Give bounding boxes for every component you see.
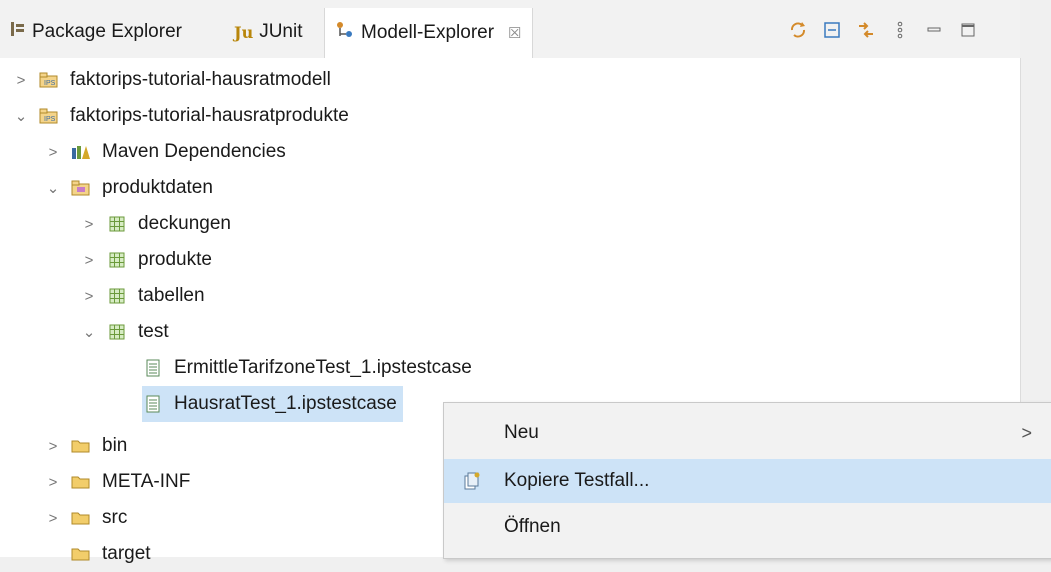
collapse-all-icon[interactable] [822, 20, 842, 40]
tree-item-label: bin [102, 435, 128, 456]
tree-item-label: Maven Dependencies [102, 141, 286, 162]
menu-item-label: Öffnen [504, 516, 561, 537]
menu-item-label: Neu [504, 422, 539, 443]
folder-icon [70, 436, 92, 456]
library-icon [70, 142, 92, 162]
tree-item-label: faktorips-tutorial-hausratmodell [70, 69, 331, 90]
package-icon [106, 250, 128, 270]
expand-icon[interactable]: > [80, 252, 98, 269]
tab-junit[interactable]: Ju JUnit [234, 12, 303, 52]
model-explorer-icon [335, 20, 355, 46]
menu-icon-spacer [452, 421, 492, 445]
tree-item-bin[interactable]: > bin [44, 428, 128, 464]
collapse-icon[interactable]: ⌄ [80, 323, 98, 341]
testcase-file-icon [142, 394, 164, 414]
svg-text:IPS: IPS [44, 80, 56, 87]
expand-icon[interactable]: > [44, 438, 62, 455]
close-icon[interactable]: ☒ [508, 24, 521, 42]
collapse-icon[interactable]: ⌄ [12, 107, 30, 125]
menu-item-label: Kopiere Testfall... [504, 470, 650, 491]
tab-modell-explorer[interactable]: Modell-Explorer ☒ [324, 8, 533, 58]
tree-item-produktdaten[interactable]: ⌄ produktdaten [44, 170, 213, 206]
tree-item-label: test [138, 321, 169, 342]
tree-item-ermittletarifzonetest[interactable]: ErmittleTarifzoneTest_1.ipstestcase [116, 350, 472, 386]
svg-text:IPS: IPS [44, 116, 56, 123]
tree-item-label: produktdaten [102, 177, 213, 198]
menu-icon-spacer [452, 515, 492, 539]
tree-item-meta-inf[interactable]: > META-INF [44, 464, 191, 500]
maximize-icon[interactable] [958, 20, 978, 40]
package-icon [106, 214, 128, 234]
junit-icon: Ju [234, 22, 254, 42]
tab-label: Modell-Explorer [361, 22, 495, 43]
folder-icon [70, 544, 92, 564]
tree-item-label: target [102, 543, 151, 564]
context-menu: Neu > Kopiere Testfall... Öffnen [443, 402, 1051, 559]
expand-icon[interactable]: > [12, 72, 30, 89]
tree-item-label: tabellen [138, 285, 205, 306]
folder-icon [70, 508, 92, 528]
tree-item-label: HausratTest_1.ipstestcase [174, 393, 397, 414]
menu-item-kopiere-testfall[interactable]: Kopiere Testfall... [444, 459, 1051, 503]
tab-label: Package Explorer [32, 21, 182, 42]
expand-icon[interactable]: > [44, 474, 62, 491]
project-icon: IPS [38, 70, 60, 90]
project-icon: IPS [38, 106, 60, 126]
tree-item-label: faktorips-tutorial-hausratprodukte [70, 105, 349, 126]
source-folder-icon [70, 178, 92, 198]
tree-item-deckungen[interactable]: > deckungen [80, 206, 231, 242]
package-explorer-icon [10, 20, 26, 44]
package-icon [106, 286, 128, 306]
link-editor-icon[interactable] [856, 20, 876, 40]
menu-item-neu[interactable]: Neu > [444, 411, 1051, 455]
tree-item-project-hausratprodukte[interactable]: ⌄ IPS faktorips-tutorial-hausratprodukte [12, 98, 349, 134]
expand-icon[interactable]: > [80, 288, 98, 305]
tree-item-label: deckungen [138, 213, 231, 234]
tab-package-explorer[interactable]: Package Explorer [10, 12, 182, 52]
tree-item-hausrattest[interactable]: HausratTest_1.ipstestcase [142, 386, 403, 422]
package-icon [106, 322, 128, 342]
expand-icon[interactable]: > [44, 144, 62, 161]
tree-item-maven-dependencies[interactable]: > Maven Dependencies [44, 134, 286, 170]
tree-item-label: ErmittleTarifzoneTest_1.ipstestcase [174, 357, 472, 378]
collapse-icon[interactable]: ⌄ [44, 179, 62, 197]
tree-item-project-hausratmodell[interactable]: > IPS faktorips-tutorial-hausratmodell [12, 62, 331, 98]
tree-item-produkte[interactable]: > produkte [80, 242, 212, 278]
tab-label: JUnit [259, 21, 303, 42]
view-tab-bar: Package Explorer Ju JUnit Modell-Explore… [0, 0, 1020, 58]
tree-item-test[interactable]: ⌄ test [80, 314, 169, 350]
tree-item-target[interactable]: target [44, 536, 151, 572]
expand-icon[interactable]: > [80, 216, 98, 233]
tree-item-label: produkte [138, 249, 212, 270]
testcase-file-icon [142, 358, 164, 378]
view-menu-icon[interactable] [890, 20, 910, 40]
submenu-arrow-icon: > [1021, 422, 1032, 443]
copy-testcase-icon [452, 469, 492, 493]
folder-icon [70, 472, 92, 492]
tree-item-label: META-INF [102, 471, 191, 492]
view-toolbar [788, 20, 978, 40]
sync-icon[interactable] [788, 20, 808, 40]
tree-item-src[interactable]: > src [44, 500, 128, 536]
minimize-icon[interactable] [924, 20, 944, 40]
tree-item-tabellen[interactable]: > tabellen [80, 278, 205, 314]
tree-item-label: src [102, 507, 128, 528]
expand-icon[interactable]: > [44, 510, 62, 527]
menu-item-oeffnen[interactable]: Öffnen [444, 505, 1051, 549]
